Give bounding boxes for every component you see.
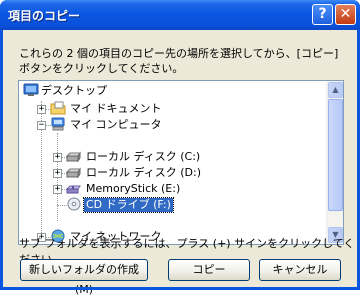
copy-items-dialog: 項目のコピー ? ✕ これらの 2 個の項目のコピー先の場所を選択してから、[コ… <box>0 0 360 296</box>
tree-item-label: CD ドライブ (F:) <box>83 197 174 213</box>
desktop-icon <box>23 83 39 96</box>
tree-item-label: ローカル ディスク (C:) <box>86 150 201 163</box>
window-title: 項目のコピー <box>8 9 81 23</box>
tree-item-my-computer[interactable]: − マイ コンピュータ <box>19 117 319 133</box>
tree-item-memorystick-e[interactable]: + MemoryStick (E:) <box>19 181 319 197</box>
cd-drive-icon <box>67 197 81 211</box>
expand-icon[interactable]: + <box>53 169 62 178</box>
tree-item-local-disk-d[interactable]: + ローカル ディスク (D:) <box>19 165 319 181</box>
folder-tree-content: デスクトップ + マイ ドキュメント − マイ コンピュータ + ローカル ディ… <box>19 81 326 244</box>
title-bar[interactable]: 項目のコピー ? ✕ <box>0 0 360 30</box>
help-button[interactable]: ? <box>312 4 333 25</box>
new-folder-button[interactable]: 新しいフォルダの作成(M) <box>20 259 148 296</box>
my-documents-icon <box>50 101 66 115</box>
hard-drive-icon <box>66 151 81 163</box>
tree-item-label: MemoryStick (E:) <box>86 182 181 195</box>
collapse-icon[interactable]: − <box>37 121 46 130</box>
tree-item-label: マイ ドキュメント <box>70 102 162 115</box>
close-button[interactable]: ✕ <box>335 4 356 25</box>
folder-tree[interactable]: デスクトップ + マイ ドキュメント − マイ コンピュータ + ローカル ディ… <box>18 80 344 245</box>
copy-button[interactable]: コピー <box>168 259 250 281</box>
tree-item-label: マイ コンピュータ <box>70 118 162 131</box>
tree-item-my-documents[interactable]: + マイ ドキュメント <box>19 101 319 117</box>
cancel-button[interactable]: キャンセル <box>259 259 341 281</box>
expand-icon[interactable]: + <box>37 105 46 114</box>
vertical-scrollbar[interactable]: ▲ ▼ <box>326 81 343 244</box>
memory-stick-icon <box>66 185 81 194</box>
expand-icon[interactable]: + <box>53 153 62 162</box>
hard-drive-icon <box>66 167 81 179</box>
instruction-text: これらの 2 個の項目のコピー先の場所を選択してから、[コピー] ボタンをクリッ… <box>19 47 339 75</box>
tree-item-desktop[interactable]: デスクトップ <box>19 83 319 99</box>
tree-item-label: ローカル ディスク (D:) <box>86 166 201 179</box>
scroll-up-button[interactable]: ▲ <box>328 82 343 98</box>
tree-item-label: デスクトップ <box>41 84 107 97</box>
scroll-thumb[interactable] <box>328 99 343 211</box>
my-computer-icon <box>51 117 65 131</box>
tree-item-local-disk-c[interactable]: + ローカル ディスク (C:) <box>19 149 319 165</box>
tree-item-cd-drive-f[interactable]: CD ドライブ (F:) <box>19 197 319 213</box>
dialog-body: これらの 2 個の項目のコピー先の場所を選択してから、[コピー] ボタンをクリッ… <box>3 30 357 296</box>
expand-icon[interactable]: + <box>53 185 62 194</box>
